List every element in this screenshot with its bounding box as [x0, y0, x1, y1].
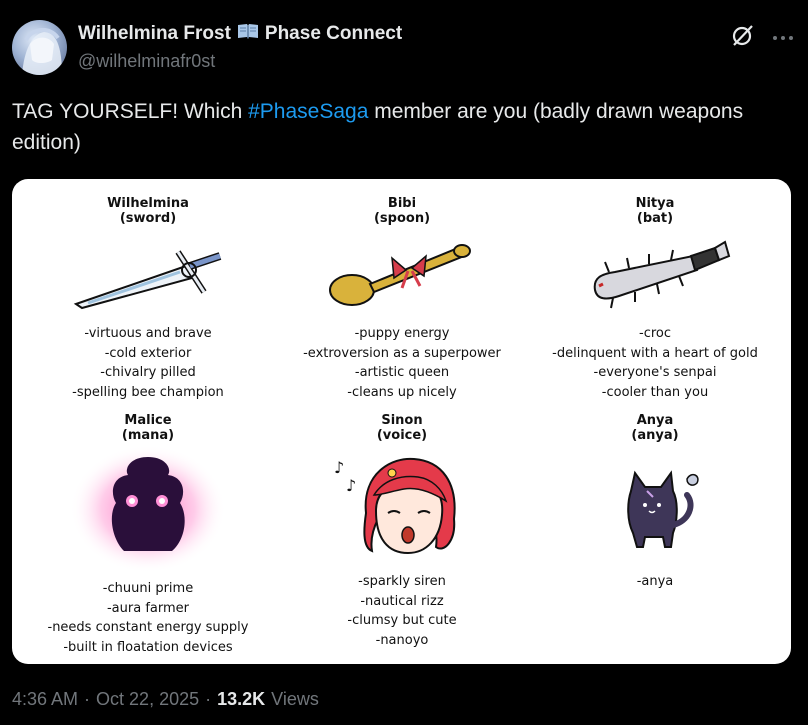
author-name[interactable]: Wilhelmina Frost	[78, 23, 231, 45]
trait-line: -needs constant energy supply	[47, 620, 249, 635]
trait-line: -virtuous and brave	[84, 326, 212, 341]
trait-line: -chivalry pilled	[100, 365, 196, 380]
svg-text:♪: ♪	[334, 458, 344, 477]
character-name: Anya	[636, 413, 674, 428]
character-name: Malice	[124, 413, 172, 428]
top-actions	[730, 22, 794, 53]
trait-line: -cleans up nicely	[347, 384, 457, 400]
trait-line: -chuuni prime	[102, 581, 194, 596]
trait-line: -delinquent with a heart of gold	[552, 345, 758, 361]
character-weapon: (bat)	[636, 211, 674, 226]
trait-line: -croc	[639, 326, 671, 341]
trait-line: -built in floatation devices	[63, 639, 233, 655]
character-name: Sinon	[381, 413, 423, 428]
trait-line: -nanoyo	[375, 632, 429, 648]
character-weapon: (voice)	[376, 428, 428, 443]
trait-line: -cold exterior	[104, 345, 192, 361]
tweet-text: TAG YOURSELF! Which #PhaseSaga member ar…	[12, 96, 782, 158]
meta-separator: ·	[84, 689, 91, 709]
views-label: Views	[271, 689, 319, 709]
trait-line: -anya	[636, 574, 674, 589]
character-weapon: (sword)	[119, 211, 177, 226]
trait-line: -everyone's senpai	[593, 365, 717, 380]
author-block: Wilhelmina Frost Phase Connect @wilhelmi…	[78, 22, 402, 72]
open-book-icon	[237, 22, 259, 46]
hashtag-link[interactable]: #PhaseSaga	[248, 100, 368, 123]
trait-line: -puppy energy	[354, 326, 450, 341]
trait-line: -cooler than you	[601, 384, 709, 400]
spoon-icon	[329, 244, 471, 306]
character-cell-anya: Anya (anya) -anya	[525, 413, 785, 592]
avatar[interactable]	[12, 20, 67, 75]
character-name: Wilhelmina	[107, 196, 189, 211]
character-cell-bibi: Bibi (spoon) -puppy energy -extroversion…	[272, 196, 532, 402]
mana-shadow-icon	[70, 445, 226, 573]
trait-line: -extroversion as a superpower	[303, 345, 501, 361]
meta-separator: ·	[205, 689, 212, 709]
tweet-image[interactable]: Wilhelmina (sword) -virtuous and brave -…	[12, 179, 791, 664]
character-traits: -chuuni prime -aura farmer -needs consta…	[18, 579, 278, 657]
character-cell-sinon: Sinon (voice) ♪ ♪ -sparkly siren -nautic…	[272, 413, 532, 650]
trait-line: -spelling bee champion	[72, 384, 224, 400]
tweet-text-before: TAG YOURSELF! Which	[12, 100, 249, 123]
character-weapon: (spoon)	[373, 211, 431, 226]
author-name-row[interactable]: Wilhelmina Frost Phase Connect	[78, 22, 402, 46]
character-name: Bibi	[387, 196, 417, 211]
cat-icon	[627, 470, 699, 548]
svg-text:♪: ♪	[346, 476, 356, 495]
character-cell-malice: Malice (mana) -chuuni prime -aura farmer…	[18, 413, 278, 657]
author-name-suffix[interactable]: Phase Connect	[265, 23, 402, 45]
character-cell-nitya: Nitya (bat) -croc -delinquent with a hea…	[525, 196, 785, 402]
character-name: Nitya	[635, 196, 675, 211]
character-traits: -croc -delinquent with a heart of gold -…	[525, 324, 785, 402]
trait-line: -artistic queen	[354, 365, 450, 380]
character-traits: -puppy energy -extroversion as a superpo…	[272, 324, 532, 402]
post-time[interactable]: 4:36 AM	[12, 689, 78, 710]
character-weapon: (anya)	[631, 428, 679, 443]
post-date[interactable]: Oct 22, 2025	[96, 689, 199, 710]
sword-icon	[73, 250, 222, 310]
views-count: 13.2K	[217, 689, 266, 709]
character-cell-wilhelmina: Wilhelmina (sword) -virtuous and brave -…	[18, 196, 278, 402]
trait-line: -aura farmer	[106, 600, 189, 616]
character-traits: -sparkly siren -nautical rizz -clumsy bu…	[272, 572, 532, 650]
trait-line: -clumsy but cute	[347, 613, 457, 628]
trait-line: -sparkly siren	[358, 574, 446, 589]
character-traits: -anya	[525, 572, 785, 592]
author-handle[interactable]: @wilhelminafr0st	[78, 51, 402, 72]
trait-line: -nautical rizz	[360, 593, 444, 609]
spiked-bat-icon	[593, 240, 731, 309]
more-options-icon[interactable]	[772, 29, 794, 47]
tweet-meta: 4:36 AM · Oct 22, 2025 · 13.2K Views	[12, 689, 319, 710]
grok-icon[interactable]	[730, 22, 756, 53]
character-traits: -virtuous and brave -cold exterior -chiv…	[18, 324, 278, 402]
character-weapon: (mana)	[121, 428, 175, 443]
tweet-header: Wilhelmina Frost Phase Connect @wilhelmi…	[12, 20, 794, 76]
singing-girl-icon: ♪ ♪	[334, 457, 456, 555]
